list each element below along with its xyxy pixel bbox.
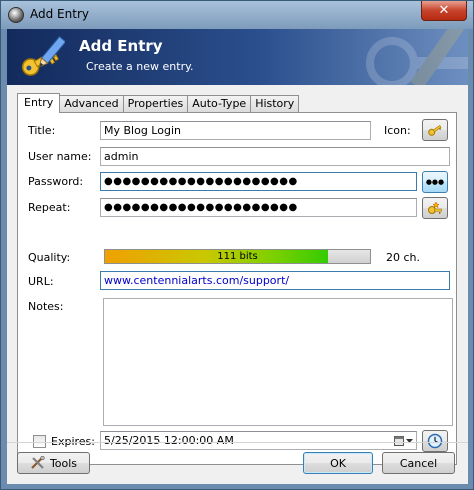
expiry-date-value: 5/25/2015 12:00:00 AM — [104, 434, 234, 447]
key-icon — [428, 125, 442, 136]
password-field[interactable]: ●●●●●●●●●●●●●●●●●●●●● — [100, 172, 417, 191]
tab-history[interactable]: History — [250, 95, 300, 112]
keepass-lock-icon — [8, 7, 24, 23]
show-password-button[interactable]: ●●● — [422, 171, 448, 193]
icon-picker-button[interactable] — [422, 119, 448, 141]
close-button[interactable]: ✕ — [421, 1, 467, 21]
ok-button-label: OK — [330, 456, 346, 470]
username-field[interactable]: admin — [100, 147, 450, 166]
entry-tab-panel: Title: My Blog Login Icon: User name: ad… — [17, 112, 457, 465]
banner-subtitle: Create a new entry. — [86, 60, 194, 73]
quality-label: Quality: — [28, 251, 71, 264]
tools-icon — [31, 456, 45, 469]
add-entry-window: Add Entry ✕ Add Entry Create a new entry… — [0, 0, 474, 490]
quality-char-count: 20 ch. — [386, 251, 421, 264]
tools-button-label: Tools — [49, 456, 78, 470]
window-title: Add Entry — [30, 7, 89, 21]
tab-strip: Entry Advanced Properties Auto-Type Hist… — [17, 93, 300, 113]
repeat-password-field[interactable]: ●●●●●●●●●●●●●●●●●●●●● — [100, 198, 417, 217]
username-label: User name: — [28, 150, 92, 163]
dialog-client-area: Add Entry Create a new entry. Entry Adva… — [7, 29, 468, 484]
calendar-icon — [393, 436, 404, 446]
expiry-date-picker[interactable]: 5/25/2015 12:00:00 AM — [100, 431, 417, 450]
notes-label: Notes: — [28, 300, 64, 313]
quality-bits-text: 111 bits — [217, 251, 258, 262]
tab-advanced[interactable]: Advanced — [59, 95, 124, 112]
url-label: URL: — [28, 275, 54, 288]
clock-icon — [427, 433, 443, 449]
cancel-button-label: Cancel — [399, 456, 438, 470]
ok-button[interactable]: OK — [303, 452, 373, 474]
calendar-dropdown-icon[interactable] — [393, 434, 413, 447]
tab-properties[interactable]: Properties — [122, 95, 189, 112]
cancel-button[interactable]: Cancel — [382, 452, 455, 474]
repeat-label: Repeat: — [28, 201, 71, 214]
password-quality-bar: 111 bits — [104, 249, 371, 264]
banner-watermark-icon — [366, 29, 468, 85]
expiry-presets-button[interactable] — [422, 430, 448, 452]
password-generator-button[interactable] — [422, 197, 448, 219]
key-pencil-icon — [21, 35, 65, 76]
dialog-banner: Add Entry Create a new entry. — [7, 29, 468, 85]
password-label: Password: — [28, 175, 84, 188]
banner-title: Add Entry — [79, 37, 163, 55]
title-label: Title: — [28, 124, 56, 137]
title-bar[interactable]: Add Entry ✕ — [1, 1, 473, 29]
notes-textarea[interactable] — [103, 298, 453, 426]
password-generator-icon — [428, 201, 442, 214]
tools-button[interactable]: Tools — [17, 452, 90, 474]
title-field[interactable]: My Blog Login — [100, 121, 371, 140]
url-field[interactable]: www.centennialarts.com/support/ — [100, 271, 450, 290]
tab-entry[interactable]: Entry — [17, 93, 61, 113]
icon-label: Icon: — [384, 124, 411, 137]
footer-separator — [7, 442, 468, 443]
tab-auto-type[interactable]: Auto-Type — [187, 95, 252, 112]
